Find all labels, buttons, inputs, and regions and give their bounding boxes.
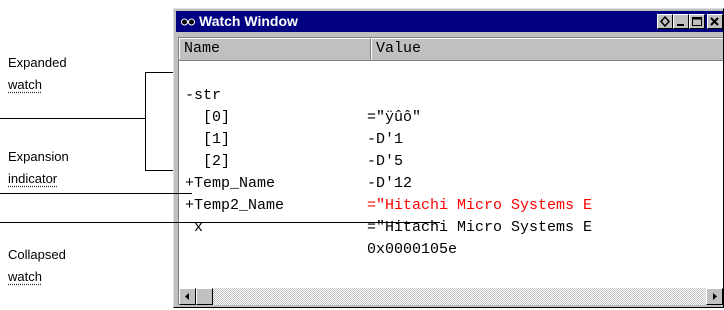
watch-row[interactable]: x 0x0000105e [179, 195, 723, 258]
annotation-line: Expansion [8, 149, 69, 164]
annotation-expansion-indicator: Expansion indicator [8, 146, 69, 190]
close-icon [710, 17, 719, 26]
callout-line [145, 72, 146, 170]
close-button[interactable] [707, 14, 723, 29]
watch-row[interactable]: [1] -D'5 [179, 107, 723, 170]
watch-row[interactable]: +Temp2_Name ="Hitachi Micro Systems E [179, 173, 723, 236]
annotation-line: watch [8, 77, 42, 92]
annotation-expanded-watch: Expanded watch [8, 52, 67, 96]
horizontal-scrollbar[interactable] [179, 288, 723, 305]
window-title: Watch Window [199, 13, 298, 29]
watch-window: Watch Window Name Value -str ="ÿûô" [0] … [173, 8, 724, 308]
minimize-icon [677, 24, 684, 26]
watch-list[interactable]: Name Value -str ="ÿûô" [0] -D'1 [1] -D'5… [178, 37, 723, 305]
watch-row[interactable]: [2] -D'12 [179, 129, 723, 192]
column-header-bar: Name Value [179, 38, 723, 61]
diamond-icon [659, 15, 671, 28]
callout-line [0, 118, 145, 119]
restore-button[interactable] [657, 14, 673, 29]
annotation-line: indicator [8, 171, 58, 186]
watch-name: x [185, 219, 204, 236]
minimize-button[interactable] [673, 14, 689, 29]
title-bar[interactable]: Watch Window [176, 11, 723, 32]
watch-row[interactable]: -str ="ÿûô" [179, 63, 723, 126]
watch-row[interactable]: [0] -D'1 [179, 85, 723, 148]
maximize-icon [692, 17, 702, 26]
watch-value: ="Hitachi Micro Systems E [367, 219, 593, 236]
column-header-value[interactable]: Value [371, 38, 723, 59]
watch-value: 0x0000105e [367, 241, 458, 258]
scroll-left-button[interactable] [179, 288, 196, 305]
maximize-button[interactable] [689, 14, 705, 29]
scroll-right-button[interactable] [706, 288, 723, 305]
annotation-collapsed-watch: Collapsed watch [8, 244, 66, 288]
arrow-right-icon [713, 293, 717, 300]
annotation-line: Expanded [8, 55, 67, 70]
watch-row[interactable]: +Temp_Name ="Hitachi Micro Systems E [179, 151, 723, 214]
callout-line [0, 193, 192, 194]
watch-glasses-icon [181, 18, 195, 26]
annotation-line: watch [8, 269, 42, 284]
callout-line [0, 222, 440, 223]
column-header-name[interactable]: Name [179, 38, 371, 59]
annotation-line: Collapsed [8, 247, 66, 262]
scroll-thumb[interactable] [196, 288, 213, 305]
arrow-left-icon [185, 293, 189, 300]
